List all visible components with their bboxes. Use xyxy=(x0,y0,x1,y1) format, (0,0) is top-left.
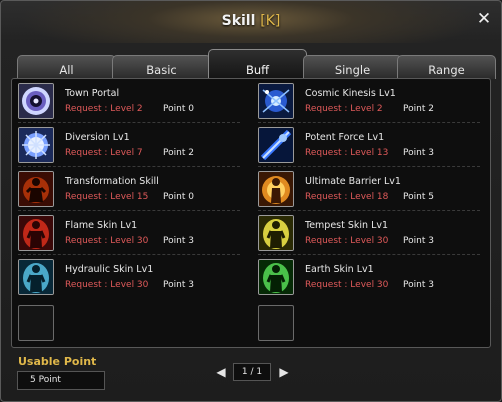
skill-point: Point 2 xyxy=(163,148,194,158)
skill-list-panel: Town Portal Request : Level 2 Point 0 Di… xyxy=(11,78,491,348)
skill-request: Request : Level 2 xyxy=(305,104,383,114)
skill-slot-flame-skin[interactable]: Flame Skin Lv1 Request : Level 30 Point … xyxy=(12,211,252,255)
page-indicator: 1 / 1 xyxy=(233,363,271,381)
skill-request: Request : Level 7 xyxy=(65,148,143,158)
skill-request: Request : Level 30 xyxy=(305,236,389,246)
ultimate-barrier-icon[interactable] xyxy=(258,171,294,207)
skill-slot-town-portal[interactable]: Town Portal Request : Level 2 Point 0 xyxy=(12,79,252,123)
skill-slot-potent-force[interactable]: Potent Force Lv1 Request : Level 13 Poin… xyxy=(252,123,492,167)
close-button[interactable]: ✕ xyxy=(475,10,493,28)
skill-request: Request : Level 30 xyxy=(65,280,149,290)
empty-skill-slot[interactable] xyxy=(252,303,492,347)
skill-request: Request : Level 2 xyxy=(65,104,143,114)
skill-point: Point 0 xyxy=(163,104,194,114)
skill-request: Request : Level 30 xyxy=(305,280,389,290)
transformation-icon[interactable] xyxy=(18,171,54,207)
potent-force-icon[interactable] xyxy=(258,127,294,163)
skill-point: Point 3 xyxy=(163,280,194,290)
skill-name: Town Portal xyxy=(65,88,120,99)
skill-name: Hydraulic Skin Lv1 xyxy=(65,264,154,275)
skill-slot-transformation[interactable]: Transformation Skill Request : Level 15 … xyxy=(12,167,252,211)
tab-basic[interactable]: Basic xyxy=(112,55,211,79)
skill-request: Request : Level 13 xyxy=(305,148,389,158)
hydraulic-skin-icon[interactable] xyxy=(18,259,54,295)
skill-point: Point 3 xyxy=(403,148,434,158)
skill-name: Tempest Skin Lv1 xyxy=(305,220,389,231)
empty-skill-slot[interactable] xyxy=(12,303,252,347)
skill-slot-hydraulic-skin[interactable]: Hydraulic Skin Lv1 Request : Level 30 Po… xyxy=(12,255,252,299)
skill-point: Point 3 xyxy=(403,280,434,290)
skill-point: Point 2 xyxy=(403,104,434,114)
skill-name: Earth Skin Lv1 xyxy=(305,264,374,275)
next-page-button[interactable]: ▶ xyxy=(277,365,291,379)
diversion-icon[interactable] xyxy=(18,127,54,163)
skill-name: Ultimate Barrier Lv1 xyxy=(305,176,401,187)
empty-slot-icon[interactable] xyxy=(18,305,54,341)
tab-buff[interactable]: Buff xyxy=(208,49,307,79)
skill-point: Point 3 xyxy=(163,236,194,246)
skill-point: Point 3 xyxy=(403,236,434,246)
skill-name: Diversion Lv1 xyxy=(65,132,130,143)
skill-slot-tempest-skin[interactable]: Tempest Skin Lv1 Request : Level 30 Poin… xyxy=(252,211,492,255)
skill-slot-cosmic-kinesis[interactable]: Cosmic Kinesis Lv1 Request : Level 2 Poi… xyxy=(252,79,492,123)
skill-request: Request : Level 18 xyxy=(305,192,389,202)
empty-slot-icon[interactable] xyxy=(258,305,294,341)
tab-all[interactable]: All xyxy=(17,55,116,79)
skill-slot-ultimate-barrier[interactable]: Ultimate Barrier Lv1 Request : Level 18 … xyxy=(252,167,492,211)
skill-slot-diversion[interactable]: Diversion Lv1 Request : Level 7 Point 2 xyxy=(12,123,252,167)
tempest-skin-icon[interactable] xyxy=(258,215,294,251)
earth-skin-icon[interactable] xyxy=(258,259,294,295)
window-title-text: Skill xyxy=(221,13,256,29)
tab-range[interactable]: Range xyxy=(397,55,496,79)
cosmic-kinesis-icon[interactable] xyxy=(258,83,294,119)
flame-skin-icon[interactable] xyxy=(18,215,54,251)
skill-request: Request : Level 30 xyxy=(65,236,149,246)
usable-point-label: Usable Point xyxy=(18,355,97,368)
skill-point: Point 5 xyxy=(403,192,434,202)
window-hotkey: [K] xyxy=(260,13,281,29)
skill-request: Request : Level 15 xyxy=(65,192,149,202)
tab-single[interactable]: Single xyxy=(303,55,402,79)
portal-orb-icon[interactable] xyxy=(18,83,54,119)
skill-name: Potent Force Lv1 xyxy=(305,132,385,143)
prev-page-button[interactable]: ◀ xyxy=(214,365,228,379)
skill-slot-earth-skin[interactable]: Earth Skin Lv1 Request : Level 30 Point … xyxy=(252,255,492,299)
skill-name: Transformation Skill xyxy=(65,176,159,187)
skill-point: Point 0 xyxy=(163,192,194,202)
usable-point-value: 5 Point xyxy=(17,371,105,390)
window-title: Skill [K] xyxy=(1,13,501,29)
skill-name: Cosmic Kinesis Lv1 xyxy=(305,88,396,99)
skill-name: Flame Skin Lv1 xyxy=(65,220,138,231)
